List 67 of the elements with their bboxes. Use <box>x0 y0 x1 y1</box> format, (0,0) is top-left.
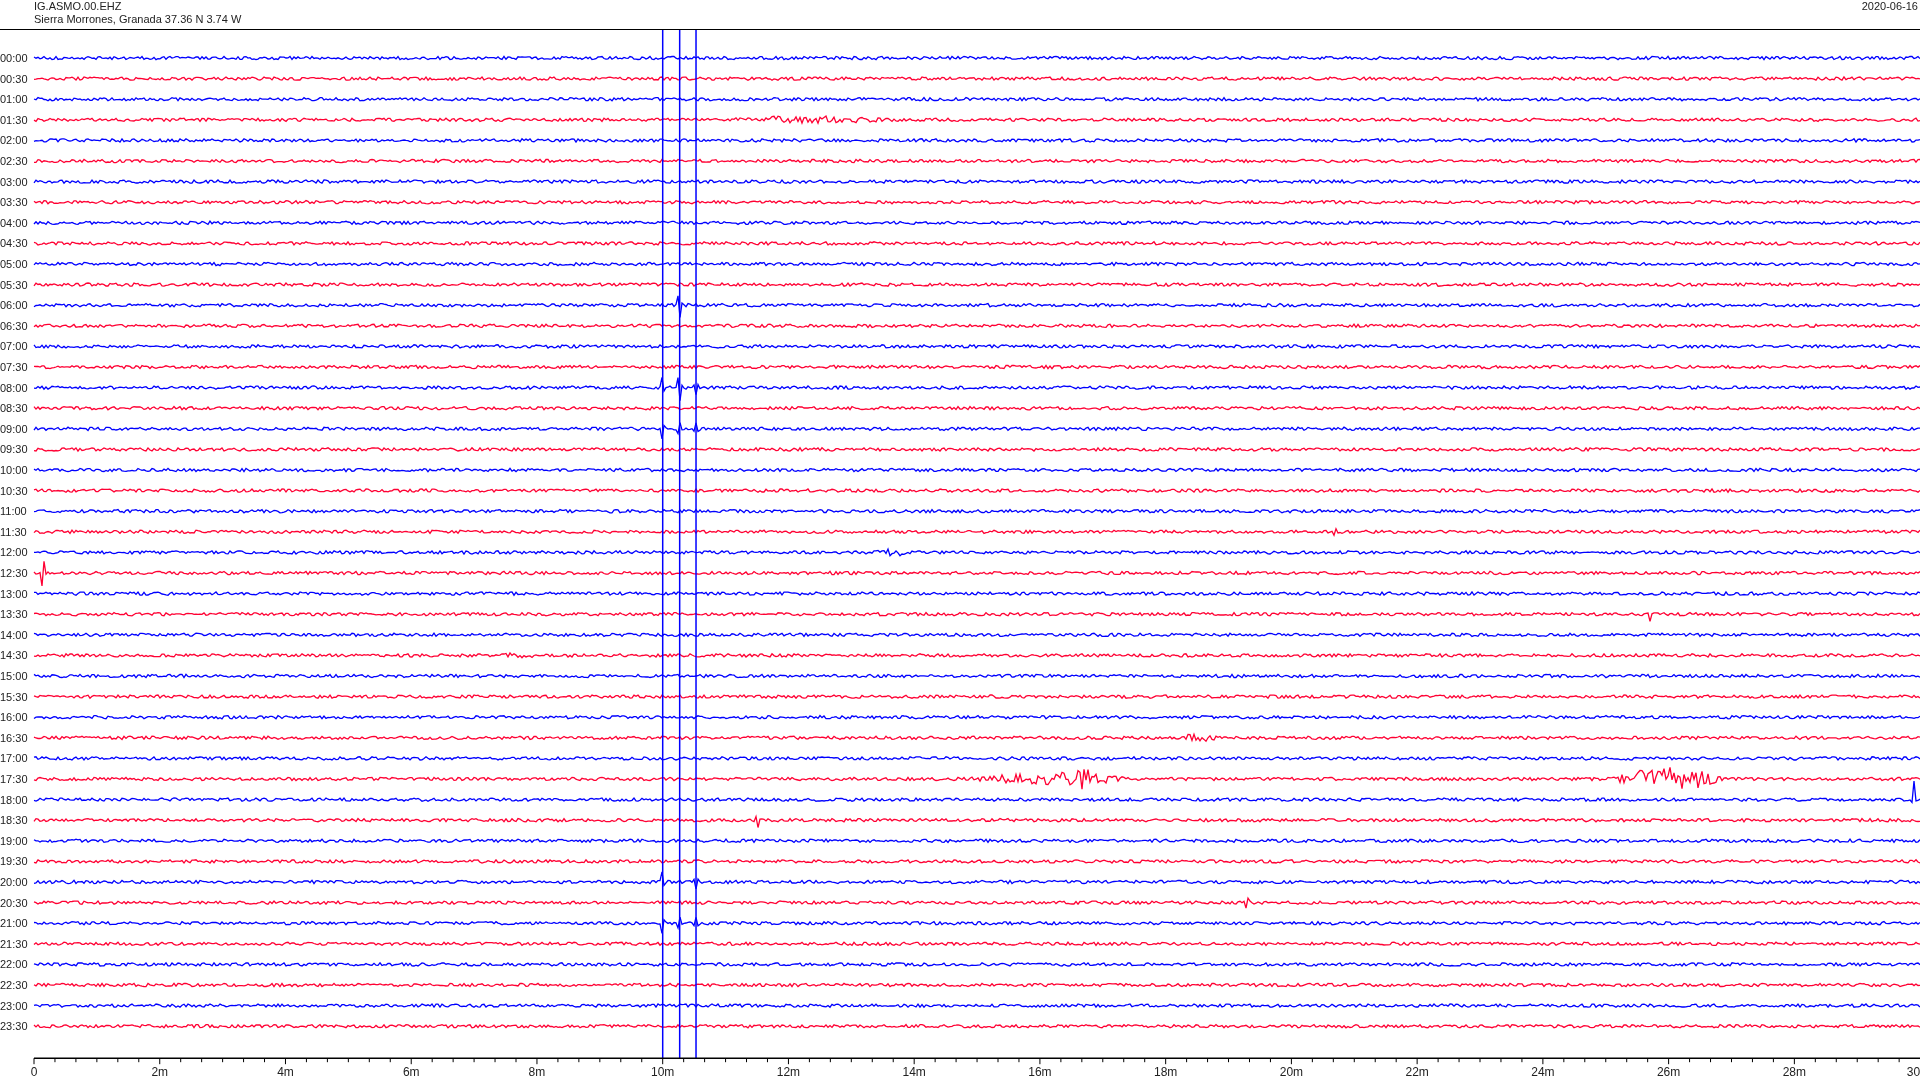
row-time-label: 22:00 <box>0 958 28 971</box>
row-time-label: 20:30 <box>0 896 28 909</box>
row-time-label: 23:30 <box>0 1020 28 1033</box>
row-time-label: 01:00 <box>0 93 28 106</box>
row-time-label: 13:00 <box>0 587 28 600</box>
row-time-label: 19:00 <box>0 834 28 847</box>
row-time-label: 02:00 <box>0 134 28 147</box>
row-time-label: 15:00 <box>0 670 28 682</box>
row-time-label: 13:30 <box>0 608 28 621</box>
row-time-label: 12:30 <box>0 567 28 579</box>
row-time-label: 12:00 <box>0 546 28 559</box>
row-time-label: 20:00 <box>0 876 28 888</box>
row-time-label: 04:30 <box>0 237 28 250</box>
axis-tick-label: 12m <box>776 1065 801 1080</box>
row-time-label: 09:30 <box>0 443 28 456</box>
axis-tick-label: 26m <box>1656 1065 1681 1080</box>
row-time-label: 09:00 <box>0 422 28 435</box>
row-time-label: 22:30 <box>0 979 28 991</box>
row-time-label: 16:30 <box>0 731 28 744</box>
axis-tick-label: 6m <box>402 1065 420 1080</box>
row-time-label: 00:30 <box>0 72 28 85</box>
axis-tick-label: 18m <box>1154 1065 1178 1080</box>
station-location: Sierra Morrones, Granada 37.36 N 3.74 W <box>34 13 242 26</box>
row-time-label: 14:00 <box>0 628 28 641</box>
row-time-label: 18:00 <box>0 793 28 806</box>
row-time-label: 00:00 <box>0 52 28 64</box>
axis-tick-label: 14m <box>902 1065 926 1080</box>
axis-tick-label: 10m <box>651 1065 675 1080</box>
row-time-label: 06:00 <box>0 299 28 312</box>
row-time-label: 17:00 <box>0 752 28 765</box>
row-time-label: 03:30 <box>0 196 28 209</box>
station-code: IG.ASMO.00.EHZ <box>34 0 123 13</box>
row-time-label: 14:30 <box>0 649 28 662</box>
axis-tick-label: 16m <box>1028 1065 1052 1080</box>
row-time-label: 16:00 <box>0 711 28 724</box>
row-time-label: 02:30 <box>0 155 28 167</box>
row-time-label: 11:30 <box>0 525 27 538</box>
axis-tick-label: 8m <box>528 1065 546 1080</box>
row-time-label: 21:30 <box>0 937 28 950</box>
axis-tick-label: 28m <box>1782 1065 1807 1080</box>
row-time-label: 03:00 <box>0 175 28 188</box>
row-time-label: 11:00 <box>0 505 27 518</box>
row-time-label: 17:30 <box>0 773 28 785</box>
row-time-label: 23:00 <box>0 999 28 1012</box>
row-time-label: 08:00 <box>0 381 28 394</box>
row-time-label: 18:30 <box>0 814 28 827</box>
row-time-label: 10:30 <box>0 484 28 497</box>
row-time-label: 08:30 <box>0 402 28 415</box>
row-time-label: 06:30 <box>0 319 28 332</box>
axis-tick-label: 2m <box>151 1065 169 1080</box>
record-date: 2020-06-16 <box>1861 0 1918 14</box>
row-time-label: 07:00 <box>0 340 28 353</box>
row-time-label: 01:30 <box>0 113 28 126</box>
axis-tick-label: 20m <box>1279 1065 1304 1080</box>
axis-tick-label: 24m <box>1531 1065 1555 1080</box>
row-time-label: 04:00 <box>0 216 28 229</box>
axis-tick-label: 22m <box>1405 1065 1429 1080</box>
row-time-label: 19:30 <box>0 855 28 868</box>
row-time-label: 05:00 <box>0 258 28 270</box>
axis-tick-label: 30 <box>1906 1065 1920 1080</box>
row-time-label: 21:00 <box>0 917 28 930</box>
row-time-label: 07:30 <box>0 361 28 373</box>
row-time-label: 05:30 <box>0 278 28 291</box>
axis-tick-label: 4m <box>277 1065 294 1080</box>
axis-tick-label: 0 <box>30 1065 38 1080</box>
row-time-label: 15:30 <box>0 690 28 703</box>
row-time-label: 10:00 <box>0 464 28 476</box>
